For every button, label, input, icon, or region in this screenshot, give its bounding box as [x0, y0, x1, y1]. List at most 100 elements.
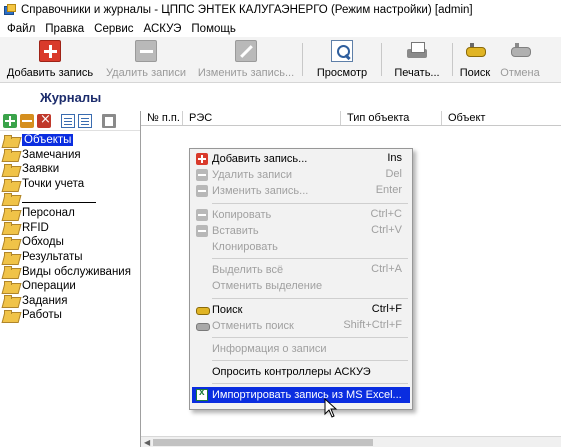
column-header-res[interactable]: РЭС — [183, 111, 341, 125]
tree-item-metering-points[interactable]: Точки учета — [0, 177, 140, 192]
edit-icon — [235, 40, 257, 62]
delete-records-label: Удалить записи — [106, 67, 186, 79]
menu-help[interactable]: Помощь — [186, 23, 240, 35]
ctx-clone[interactable]: Клонировать — [192, 239, 410, 255]
tree-item-label: Задания — [22, 294, 68, 307]
menu-bar: Файл Правка Сервис АСКУЭ Помощь — [0, 20, 561, 37]
tree-item-remarks[interactable]: Замечания — [0, 148, 140, 163]
ctx-shortcut: Shift+Ctrl+F — [343, 318, 402, 331]
journals-tree-pane: Объекты Замечания Заявки Точки учета Пер… — [0, 111, 141, 447]
scroll-left-icon[interactable]: ◀ — [144, 438, 150, 447]
tree-item-objects[interactable]: Объекты — [0, 133, 140, 148]
delete-item-icon[interactable] — [37, 112, 51, 128]
tree-item-results[interactable]: Результаты — [0, 250, 140, 265]
tree-item-rounds[interactable]: Обходы — [0, 235, 140, 250]
menu-edit[interactable]: Правка — [40, 23, 89, 35]
excel-icon — [196, 387, 208, 402]
app-icon — [4, 4, 16, 16]
scroll-thumb[interactable] — [153, 439, 373, 446]
delete-icon — [135, 40, 157, 62]
ctx-edit-record[interactable]: Изменить запись... Enter — [192, 183, 410, 199]
document-icon[interactable] — [61, 113, 75, 128]
add-record-button[interactable]: Добавить запись — [0, 37, 100, 82]
horizontal-scrollbar[interactable]: ◀ — [141, 436, 561, 447]
edit-record-label: Изменить запись... — [197, 67, 295, 79]
ctx-delete-records[interactable]: Удалить записи Del — [192, 167, 410, 183]
edit-icon — [196, 185, 208, 198]
tree-item-label: Точки учета — [22, 178, 85, 191]
ctx-label: Информация о записи — [212, 342, 327, 355]
column-header-object[interactable]: Объект — [442, 111, 561, 125]
ctx-select-all[interactable]: Выделить всё Ctrl+A — [192, 262, 410, 278]
ctx-copy[interactable]: Копировать Ctrl+C — [192, 207, 410, 223]
ctx-search[interactable]: Поиск Ctrl+F — [192, 302, 410, 318]
ctx-label: Изменить запись... — [212, 185, 309, 198]
toolbar: Добавить запись Удалить записи Изменить … — [0, 37, 561, 83]
journals-header: Журналы — [0, 84, 561, 110]
ctx-shortcut: Ctrl+C — [370, 207, 402, 220]
tree-item-works[interactable]: Работы — [0, 308, 140, 323]
tree-item-separator[interactable] — [0, 191, 140, 206]
menu-file[interactable]: Файл — [2, 23, 40, 35]
ctx-label: Отменить поиск — [212, 319, 294, 332]
title-bar: Справочники и журналы - ЦППС ЭНТЕК КАЛУГ… — [0, 0, 561, 20]
clipboard-icon[interactable] — [102, 113, 116, 128]
ctx-record-info[interactable]: Информация о записи — [192, 341, 410, 357]
add-item-icon[interactable] — [3, 113, 17, 128]
menu-separator — [212, 258, 408, 260]
tree-toolbar — [0, 111, 140, 131]
document-list-icon[interactable] — [78, 113, 92, 128]
search-button[interactable]: Поиск — [455, 37, 495, 82]
ctx-import-excel[interactable]: Импортировать запись из MS Excel... — [192, 387, 410, 404]
menu-askue[interactable]: АСКУЭ — [139, 23, 187, 35]
toolbar-separator — [381, 43, 382, 76]
ctx-shortcut: Ctrl+F — [371, 302, 402, 315]
magnifier-document-icon — [331, 40, 353, 62]
column-header-number[interactable]: № п.п. — [141, 111, 183, 125]
view-button[interactable]: Просмотр — [305, 37, 379, 82]
tree-item-label: Виды обслуживания — [22, 265, 131, 278]
context-menu: Добавить запись... Ins Удалить записи Del … — [189, 148, 413, 410]
ctx-label: Выделить всё — [212, 264, 284, 277]
folder-icon — [3, 134, 19, 146]
cancel-search-button[interactable]: Отмена — [495, 37, 545, 82]
print-button[interactable]: Печать... — [384, 37, 450, 82]
tree-item-requests[interactable]: Заявки — [0, 162, 140, 177]
edit-record-button[interactable]: Изменить запись... — [192, 37, 300, 82]
ctx-add-record[interactable]: Добавить запись... Ins — [192, 151, 410, 167]
menu-separator — [212, 336, 408, 338]
ctx-poll-askue[interactable]: Опросить контроллеры АСКУЭ — [192, 364, 410, 380]
ctx-shortcut: Ctrl+A — [371, 263, 402, 276]
tree-item-label: Результаты — [22, 251, 83, 264]
menu-service[interactable]: Сервис — [89, 23, 138, 35]
binoculars-disabled-icon — [196, 320, 210, 332]
folder-icon — [3, 149, 19, 160]
remove-item-icon[interactable] — [20, 113, 34, 128]
window-title: Справочники и журналы - ЦППС ЭНТЕК КАЛУГ… — [21, 4, 473, 16]
delete-records-button[interactable]: Удалить записи — [100, 37, 192, 82]
menu-separator — [212, 360, 408, 362]
ctx-shortcut: Del — [385, 168, 402, 181]
ctx-deselect[interactable]: Отменить выделение — [192, 278, 410, 294]
ctx-label: Копировать — [212, 208, 272, 221]
tree-item-personnel[interactable]: Персонал — [0, 206, 140, 221]
journals-tree: Объекты Замечания Заявки Точки учета Пер… — [0, 131, 140, 323]
tree-item-label: RFID — [22, 221, 49, 234]
tree-item-operations[interactable]: Операции — [0, 279, 140, 294]
tree-item-rfid[interactable]: RFID — [0, 221, 140, 236]
menu-separator — [212, 297, 408, 299]
column-header-object-type[interactable]: Тип объекта — [341, 111, 442, 125]
ctx-cancel-search[interactable]: Отменить поиск Shift+Ctrl+F — [192, 318, 410, 334]
view-label: Просмотр — [316, 67, 368, 79]
folder-icon — [3, 251, 19, 263]
ctx-paste[interactable]: Вставить Ctrl+V — [192, 223, 410, 239]
search-label: Поиск — [459, 67, 491, 79]
folder-icon — [3, 236, 19, 248]
tree-item-service-types[interactable]: Виды обслуживания — [0, 264, 140, 279]
folder-icon — [3, 280, 19, 292]
add-record-label: Добавить запись — [6, 67, 94, 79]
ctx-label: Добавить запись... — [212, 153, 308, 166]
journals-title: Журналы — [40, 90, 102, 105]
tree-item-tasks[interactable]: Задания — [0, 294, 140, 309]
tree-item-label: Обходы — [22, 236, 64, 249]
